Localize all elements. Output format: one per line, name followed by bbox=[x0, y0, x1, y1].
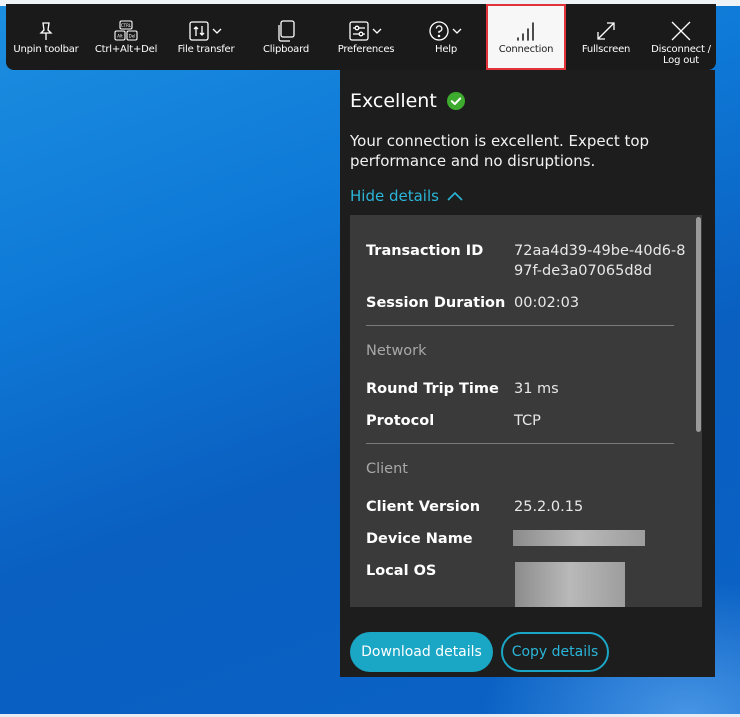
signal-bars-icon bbox=[515, 4, 537, 44]
chevron-up-icon bbox=[447, 191, 463, 201]
copy-details-button[interactable]: Copy details bbox=[501, 632, 609, 672]
session-duration-value: 00:02:03 bbox=[514, 295, 580, 311]
toolbar-label: Preferences bbox=[337, 44, 395, 55]
clipboard-icon bbox=[276, 4, 296, 44]
toolbar-label: Connection bbox=[498, 44, 554, 55]
pin-icon bbox=[38, 4, 54, 44]
toolbar-label: Help bbox=[435, 44, 457, 55]
preferences-button[interactable]: Preferences bbox=[326, 4, 406, 70]
status-title: Excellent bbox=[350, 90, 437, 112]
connection-panel: Excellent Your connection is excellent. … bbox=[340, 70, 715, 677]
connection-button[interactable]: Connection bbox=[486, 4, 566, 70]
device-name-redacted bbox=[513, 530, 645, 546]
chevron-down-icon bbox=[212, 28, 222, 34]
hide-details-label: Hide details bbox=[350, 187, 439, 205]
session-duration-label: Session Duration bbox=[366, 295, 506, 311]
toolbar-label: Unpin toolbar bbox=[13, 44, 79, 55]
session-toolbar: Unpin toolbar CTRL Alt Del Ctrl+Alt+Del … bbox=[6, 4, 716, 70]
client-version-value: 25.2.0.15 bbox=[514, 499, 584, 515]
toolbar-label: File transfer bbox=[177, 44, 235, 55]
help-icon bbox=[429, 4, 463, 44]
preferences-sliders-icon bbox=[349, 4, 383, 44]
ctrl-alt-del-button[interactable]: CTRL Alt Del Ctrl+Alt+Del bbox=[86, 4, 166, 70]
status-description: Your connection is excellent. Expect top… bbox=[350, 132, 650, 170]
local-os-label: Local OS bbox=[366, 563, 437, 579]
fullscreen-button[interactable]: Fullscreen bbox=[566, 4, 646, 70]
details-scrollbar[interactable] bbox=[694, 215, 702, 607]
transaction-id-value: 72aa4d39-49be-40d6-897f-de3a07065d8d bbox=[514, 243, 686, 279]
file-transfer-icon bbox=[189, 4, 223, 44]
client-section-title: Client bbox=[366, 461, 408, 477]
status-header: Excellent bbox=[350, 90, 465, 112]
fullscreen-icon bbox=[595, 4, 617, 44]
toolbar-label: Ctrl+Alt+Del bbox=[94, 44, 158, 55]
svg-text:Del: Del bbox=[129, 34, 136, 39]
protocol-value: TCP bbox=[514, 413, 541, 429]
protocol-label: Protocol bbox=[366, 413, 435, 429]
keyboard-keys-icon: CTRL Alt Del bbox=[114, 4, 138, 44]
check-circle-icon bbox=[446, 92, 465, 110]
round-trip-value: 31 ms bbox=[514, 381, 559, 397]
details-box: Transaction ID 72aa4d39-49be-40d6-897f-d… bbox=[350, 215, 702, 607]
toolbar-label: Fullscreen bbox=[581, 44, 631, 55]
network-section-title: Network bbox=[366, 343, 427, 359]
toolbar-label: Clipboard bbox=[263, 44, 309, 55]
section-divider bbox=[366, 443, 674, 444]
file-transfer-button[interactable]: File transfer bbox=[166, 4, 246, 70]
svg-text:CTRL: CTRL bbox=[121, 23, 132, 28]
section-divider bbox=[366, 325, 674, 326]
round-trip-label: Round Trip Time bbox=[366, 381, 499, 397]
toolbar-label: Disconnect / Log out bbox=[651, 44, 711, 66]
clipboard-button[interactable]: Clipboard bbox=[246, 4, 326, 70]
disconnect-logout-button[interactable]: Disconnect / Log out bbox=[646, 4, 716, 70]
help-button[interactable]: Help bbox=[406, 4, 486, 70]
device-name-label: Device Name bbox=[366, 531, 473, 547]
close-icon bbox=[670, 4, 692, 44]
scrollbar-thumb[interactable] bbox=[696, 217, 701, 432]
hide-details-toggle[interactable]: Hide details bbox=[350, 187, 463, 205]
transaction-id-label: Transaction ID bbox=[366, 243, 484, 259]
local-os-redacted bbox=[515, 562, 625, 607]
svg-text:Alt: Alt bbox=[117, 34, 123, 39]
download-details-button[interactable]: Download details bbox=[350, 632, 493, 672]
unpin-toolbar-button[interactable]: Unpin toolbar bbox=[6, 4, 86, 70]
client-version-label: Client Version bbox=[366, 499, 481, 515]
